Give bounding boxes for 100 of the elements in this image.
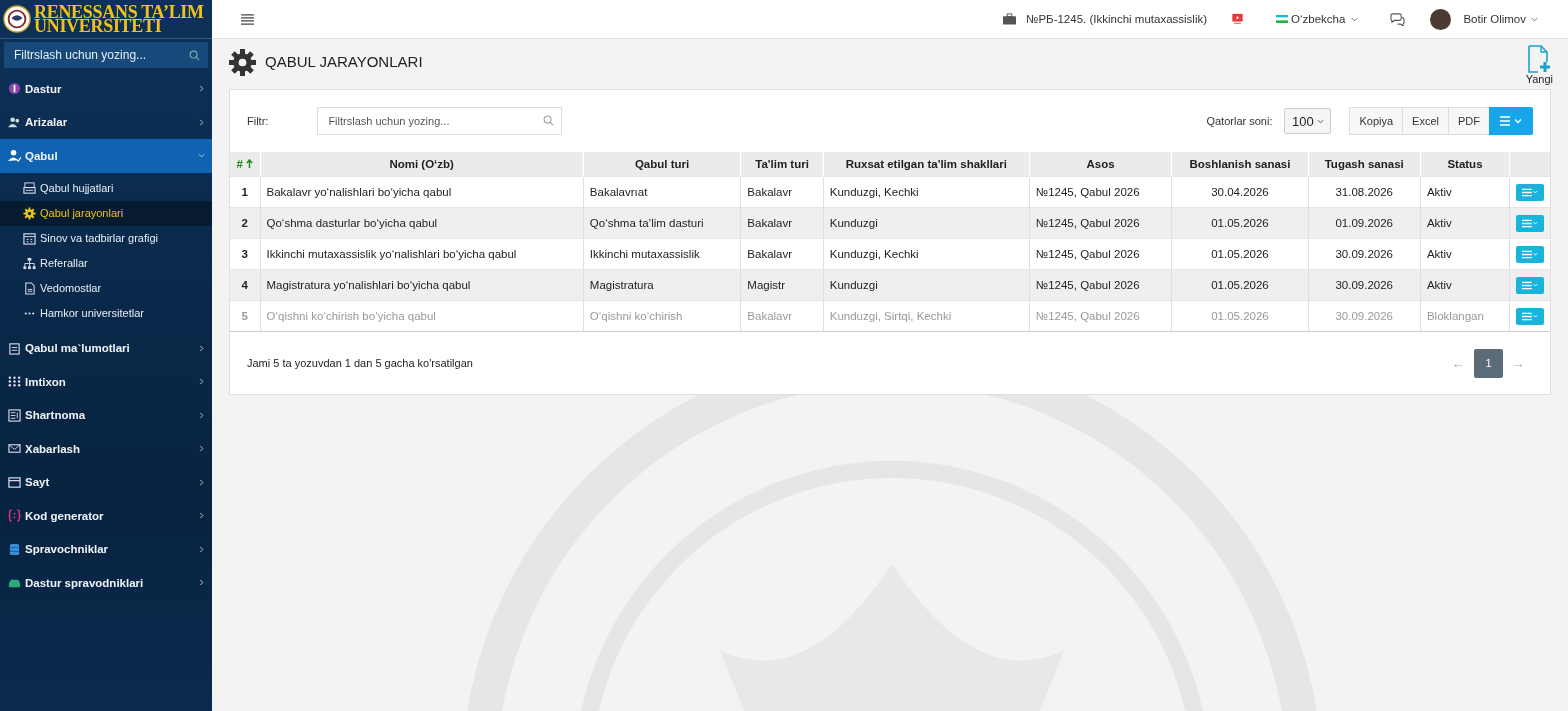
column-header[interactable]: Boshlanish sanasi (1171, 152, 1308, 177)
table-row[interactable]: 2 Qo‘shma dasturlar bo‘yicha qabul Qo‘shma ta’lim dasturi Bakalavr Kunduzgi №1245, Qabul 2026 01.05.2026 01.09.2026 Aktiv (230, 207, 1550, 239)
table-cell: Kunduzgi (823, 269, 1030, 301)
column-header[interactable]: # (230, 152, 260, 177)
table-cell: №1245, Qabul 2026 (1029, 207, 1172, 239)
chevron-icon (198, 579, 205, 587)
sidebar-menu-item[interactable]: Arizalar (0, 105, 212, 139)
column-header[interactable]: Tugash sanasi (1308, 152, 1421, 177)
table-cell: Kunduzgi (823, 207, 1030, 239)
sidebar-menu-item[interactable]: Shartnoma (0, 398, 212, 432)
list-caret-icon (1522, 311, 1538, 321)
table-cell: 30.09.2026 (1308, 269, 1421, 301)
column-header[interactable]: Status (1420, 152, 1510, 177)
filter-label: Filtr: (247, 115, 269, 127)
new-button[interactable]: Yangi (1525, 45, 1553, 85)
table-cell: Magistr (740, 269, 824, 301)
sidebar-menu-item[interactable]: Qabul ma`lumotlari (0, 331, 212, 365)
printer-icon (23, 181, 36, 195)
sidebar-menu-item[interactable]: Dastur spravodniklari (0, 566, 212, 600)
export-button[interactable]: Kopiya (1349, 107, 1403, 135)
row-actions-button[interactable] (1516, 183, 1544, 201)
table-cell: Magistratura yo‘nalishlari bo‘yicha qabul (260, 269, 584, 301)
list-caret-icon (1522, 187, 1538, 197)
list-caret-icon (1522, 249, 1538, 259)
table-cell: 01.05.2026 (1171, 269, 1308, 301)
envelope-icon (8, 442, 21, 456)
table-cell: Aktiv (1420, 207, 1510, 239)
table-cell: Qo‘shma dasturlar bo‘yicha qabul (260, 207, 584, 239)
sidebar-menu-item[interactable]: Xabarlash (0, 432, 212, 466)
sidebar-menu-item[interactable]: Imtixon (0, 365, 212, 399)
sidebar-search-field[interactable]: Filtrslash uchun yozing... (4, 42, 208, 68)
sidebar-menu-item[interactable]: Dastur (0, 72, 212, 106)
database-icon (8, 542, 21, 556)
chevron-icon (198, 152, 205, 160)
column-header[interactable]: Nomi (O‘zb) (260, 152, 584, 177)
column-header[interactable]: Qabul turi (583, 152, 741, 177)
sidebar-submenu-item[interactable]: Referallar (0, 250, 212, 276)
sidebar-submenu-item[interactable]: Sinov va tadbirlar grafigi (0, 225, 212, 251)
rows-per-page-select[interactable]: 100 (1284, 108, 1332, 134)
export-button[interactable]: PDF (1448, 107, 1489, 135)
page-button[interactable]: 1 (1474, 348, 1503, 378)
table-cell: Aktiv (1420, 269, 1510, 301)
row-actions-button[interactable] (1516, 214, 1544, 232)
university-logo-icon (3, 5, 31, 33)
table-cell: Bloklangan (1420, 300, 1510, 332)
avatar[interactable] (1430, 8, 1452, 30)
filter-field[interactable]: Filtrslash uchun yozing... (317, 107, 563, 135)
table-cell: O‘qishni ko‘chirish bo‘yicha qabul (260, 300, 584, 332)
list-caret-icon (1522, 280, 1538, 290)
chevron-icon (198, 512, 205, 520)
video-icon[interactable] (1231, 13, 1245, 25)
gear-icon (23, 206, 36, 220)
calendar-icon (23, 231, 36, 245)
chevron-icon (198, 344, 205, 352)
braces-icon (8, 509, 21, 523)
users-icon (8, 115, 21, 129)
chevron-icon (198, 85, 205, 93)
table-row[interactable]: 4 Magistratura yo‘nalishlari bo‘yicha qabul Magistratura Magistr Kunduzgi №1245, Qabul 2026 01.05.2026 30.09.2026 Aktiv (230, 269, 1550, 301)
sidebar-submenu-item[interactable]: Hamkor universitetlar (0, 300, 212, 326)
sidebar-submenu-item[interactable]: Qabul hujjatlari (0, 175, 212, 201)
table-cell: 2 (230, 207, 260, 239)
rows-per-page-label: Qatorlar soni: (1206, 115, 1273, 127)
chevron-icon (198, 545, 205, 553)
records-summary: Jami 5 ta yozuvdan 1 dan 5 gacha ko'rsatilgan (247, 357, 473, 369)
row-actions-button[interactable] (1516, 245, 1544, 263)
table-cell: №1245, Qabul 2026 (1029, 269, 1172, 301)
organization-label[interactable]: №РБ-1245. (Ikkinchi mutaxassislik) (1026, 13, 1208, 25)
sidebar-submenu-item[interactable]: Vedomostlar (0, 275, 212, 301)
table-cell: Qo‘shma ta’lim dasturi (583, 207, 741, 239)
column-header[interactable]: Ruxsat etilgan ta'lim shakllari (823, 152, 1030, 177)
chat-icon[interactable] (1390, 12, 1406, 26)
menu-icon[interactable] (241, 13, 254, 25)
sidebar-menu-item[interactable]: Kod generator (0, 499, 212, 533)
export-button[interactable]: Excel (1402, 107, 1448, 135)
page-title: QABUL JARAYONLARI (265, 53, 423, 70)
table-cell: 01.05.2026 (1171, 207, 1308, 239)
column-header[interactable]: Ta'lim turi (740, 152, 824, 177)
circle-icon (8, 82, 21, 96)
column-header[interactable]: Asos (1029, 152, 1172, 177)
language-dropdown[interactable]: O‘zbekcha (1276, 13, 1359, 25)
sitemap-icon (23, 256, 36, 270)
window-icon (8, 475, 21, 489)
sidebar-menu-item[interactable]: Qabul (0, 139, 212, 173)
add-file-icon (1526, 45, 1553, 73)
row-actions-button[interactable] (1516, 276, 1544, 294)
caret-icon (1316, 117, 1324, 125)
file-icon (23, 281, 36, 295)
search-icon (543, 115, 555, 126)
chevron-icon (198, 411, 205, 419)
table-cell: Bakalavr (740, 207, 824, 239)
table-cell: 01.05.2026 (1171, 300, 1308, 332)
sidebar-menu-item[interactable]: Sayt (0, 465, 212, 499)
caret-icon (1351, 15, 1359, 23)
table-cell: №1245, Qabul 2026 (1029, 300, 1172, 332)
table-cell: Bakalavr (740, 300, 824, 332)
sidebar-menu-item[interactable]: Spravochniklar (0, 532, 212, 566)
sidebar-submenu-item[interactable]: Qabul jarayonlari (0, 200, 212, 226)
caret-icon (1531, 15, 1538, 23)
user-menu[interactable]: Botir Olimov (1463, 13, 1538, 25)
columns-menu-button[interactable] (1489, 107, 1533, 135)
